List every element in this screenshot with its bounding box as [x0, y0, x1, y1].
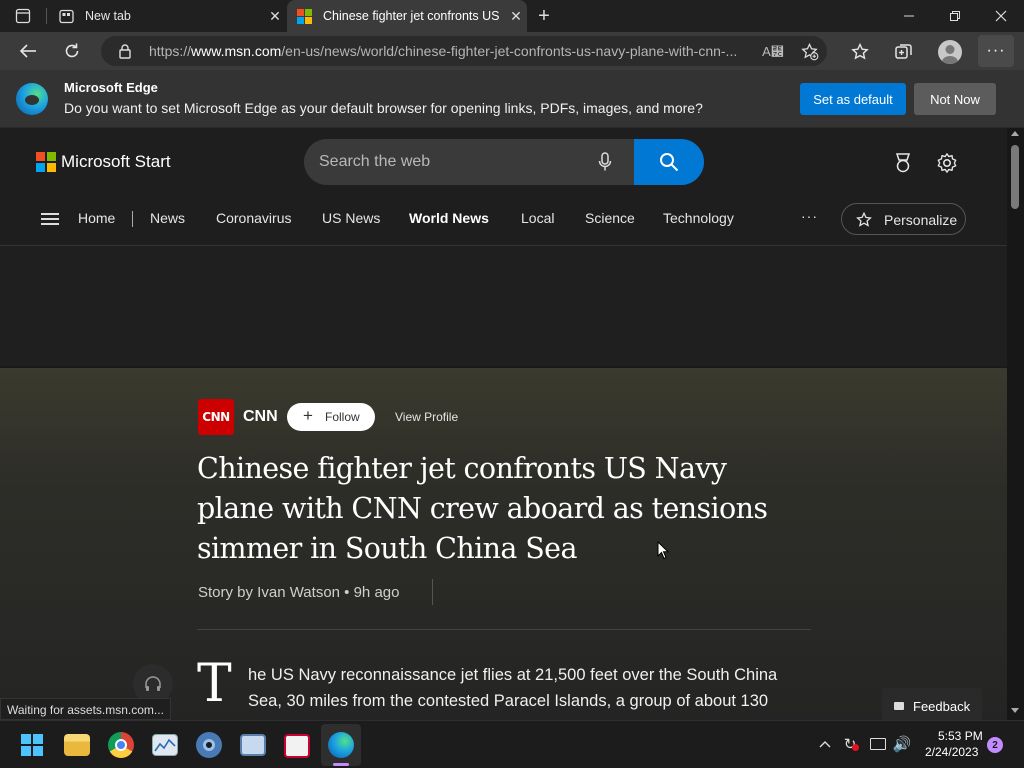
mouse-cursor-icon: [657, 540, 670, 565]
refresh-icon[interactable]: [61, 41, 83, 61]
nav-technology[interactable]: Technology: [663, 210, 734, 226]
chrome-icon[interactable]: [108, 732, 134, 758]
sync-alert-icon[interactable]: ↻: [841, 735, 859, 753]
title-bar: New tab ✕ Chinese fighter jet confronts …: [0, 0, 1024, 32]
search-input[interactable]: Search the web: [319, 153, 430, 171]
hamburger-menu-icon[interactable]: [41, 213, 59, 225]
tab-new-tab[interactable]: New tab ✕: [48, 0, 286, 32]
restore-icon[interactable]: [944, 8, 966, 24]
page-scrollbar[interactable]: [1007, 128, 1024, 720]
scroll-up-arrow-icon[interactable]: [1011, 131, 1019, 136]
edge-taskbar-icon[interactable]: [328, 732, 354, 758]
remote-desktop-icon[interactable]: [240, 734, 266, 756]
page-content: Microsoft Start Search the web Home News…: [0, 128, 1007, 730]
tab-divider: [46, 8, 47, 24]
tab-label: Chinese fighter jet confronts US: [323, 9, 500, 23]
byline-divider: [432, 579, 433, 605]
personalize-label: Personalize: [884, 212, 958, 228]
add-favorite-icon[interactable]: [799, 41, 819, 61]
rewards-icon[interactable]: [892, 152, 914, 174]
url-text: https://www.msn.com/en-us/news/world/chi…: [149, 43, 738, 59]
default-browser-infobar: Microsoft Edge Do you want to set Micros…: [0, 70, 1024, 128]
scrollbar-thumb[interactable]: [1011, 145, 1019, 209]
microsoft-logo-icon[interactable]: [36, 152, 56, 172]
star-edit-icon: [854, 210, 874, 230]
microphone-icon[interactable]: [594, 151, 616, 173]
web-search-box[interactable]: Search the web: [304, 139, 704, 185]
article-separator: [197, 629, 811, 630]
windows-taskbar: ↻ 🔊 5:53 PM 2/24/2023 2: [0, 720, 1024, 768]
new-tab-icon: [58, 8, 74, 24]
lock-icon[interactable]: [117, 43, 133, 59]
cnn-logo[interactable]: CNN: [198, 399, 234, 435]
file-explorer-icon[interactable]: [64, 734, 90, 756]
nav-news[interactable]: News: [150, 210, 185, 226]
collections-icon[interactable]: [893, 41, 915, 63]
feedback-icon: [894, 702, 904, 710]
infobar-title: Microsoft Edge: [64, 80, 158, 95]
nav-us-news[interactable]: US News: [322, 210, 380, 226]
search-icon: [660, 153, 679, 172]
edge-logo-icon: [16, 83, 48, 115]
article-body-line: Sea, 30 miles from the contested Paracel…: [248, 692, 769, 710]
nav-world-news[interactable]: World News: [409, 210, 489, 226]
network-icon[interactable]: [870, 738, 886, 750]
search-button[interactable]: [634, 139, 704, 185]
follow-label: Follow: [325, 410, 360, 424]
plus-icon: +: [303, 406, 313, 425]
volume-icon[interactable]: 🔊: [893, 735, 912, 753]
close-tab-icon[interactable]: ✕: [505, 8, 527, 25]
notification-count-badge[interactable]: 2: [987, 737, 1003, 753]
personalize-button[interactable]: Personalize: [841, 203, 966, 235]
nav-divider: [132, 211, 133, 227]
performance-monitor-icon[interactable]: [152, 734, 178, 756]
start-windows-icon[interactable]: [21, 734, 43, 756]
back-icon[interactable]: [17, 41, 39, 61]
show-hidden-icons-chevron-icon[interactable]: [818, 737, 832, 751]
nav-home[interactable]: Home: [78, 210, 115, 226]
favorites-icon[interactable]: [849, 41, 871, 63]
feedback-button[interactable]: Feedback: [882, 688, 982, 724]
more-menu-icon[interactable]: ···: [978, 35, 1014, 67]
settings-app-icon[interactable]: [196, 732, 222, 758]
not-now-button[interactable]: Not Now: [914, 83, 996, 115]
microsoft-start-logo[interactable]: Microsoft Start: [61, 152, 171, 172]
profile-avatar[interactable]: [938, 40, 962, 64]
msn-header: Microsoft Start Search the web Home News…: [0, 128, 1007, 246]
scroll-down-arrow-icon[interactable]: [1011, 708, 1019, 713]
address-bar[interactable]: https://www.msn.com/en-us/news/world/chi…: [101, 36, 827, 66]
feedback-label: Feedback: [913, 699, 971, 714]
nav-local[interactable]: Local: [521, 210, 554, 226]
publisher-name[interactable]: CNN: [243, 408, 278, 426]
follow-button[interactable]: + Follow: [287, 403, 375, 431]
minimize-icon[interactable]: [898, 8, 920, 24]
drop-cap: T: [197, 654, 232, 714]
close-tab-icon[interactable]: ✕: [264, 8, 286, 25]
browser-toolbar: https://www.msn.com/en-us/news/world/chi…: [0, 32, 1024, 70]
nav-more-button[interactable]: ···: [801, 208, 818, 224]
settings-gear-icon[interactable]: [935, 151, 959, 175]
article-byline[interactable]: Story by Ivan Watson • 9h ago: [198, 584, 399, 601]
nav-coronavirus[interactable]: Coronavirus: [216, 210, 291, 226]
set-as-default-button[interactable]: Set as default: [800, 83, 906, 115]
clock-date[interactable]: 2/24/2023: [925, 745, 978, 759]
status-bar: Waiting for assets.msn.com...: [0, 698, 171, 720]
clock-time[interactable]: 5:53 PM: [938, 729, 983, 743]
article-body-line: he US Navy reconnaissance jet flies at 2…: [248, 666, 778, 684]
read-aloud-icon[interactable]: A⹼: [762, 42, 784, 60]
tab-label: New tab: [85, 9, 131, 23]
infobar-message: Do you want to set Microsoft Edge as you…: [64, 100, 703, 116]
snipping-tool-icon[interactable]: [284, 734, 310, 758]
tab-active-article[interactable]: Chinese fighter jet confronts US ✕: [287, 0, 527, 32]
article-headline: Chinese fighter jet confronts US Navy pl…: [197, 452, 768, 565]
close-window-icon[interactable]: [990, 8, 1012, 24]
view-profile-link[interactable]: View Profile: [395, 410, 458, 424]
tab-actions-icon[interactable]: [14, 7, 32, 25]
msn-favicon-icon: [297, 8, 312, 24]
running-indicator: [333, 763, 349, 766]
ad-placeholder: [0, 246, 1007, 366]
new-tab-plus-icon[interactable]: +: [534, 5, 554, 27]
nav-science[interactable]: Science: [585, 210, 635, 226]
